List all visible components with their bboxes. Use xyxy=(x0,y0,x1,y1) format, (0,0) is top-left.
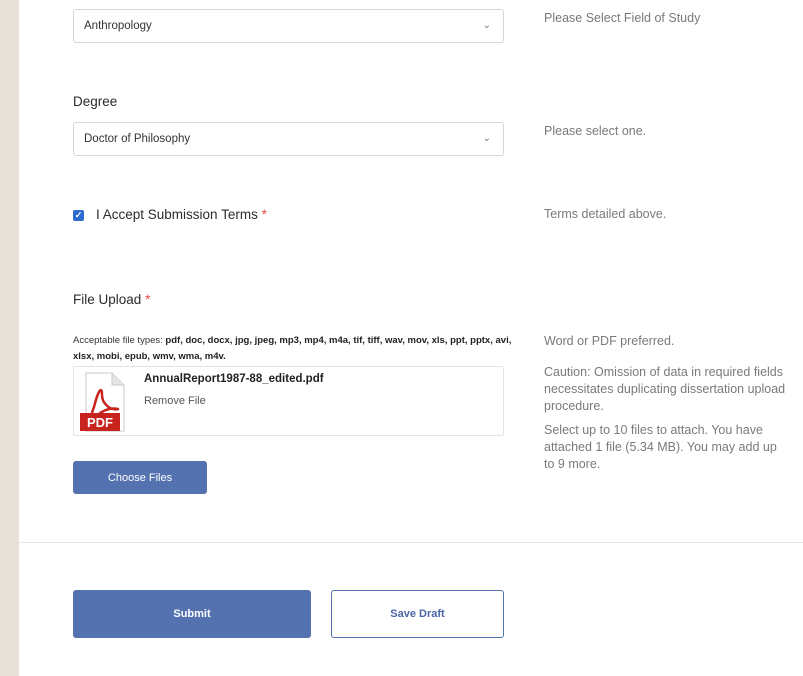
acceptable-file-types: Acceptable file types: pdf, doc, docx, j… xyxy=(73,333,523,365)
check-icon: ✓ xyxy=(74,210,83,220)
types-prefix: Acceptable file types: xyxy=(73,335,163,346)
field-of-study-value: Anthropology xyxy=(84,20,152,32)
file-preferred-help: Word or PDF preferred. xyxy=(544,334,675,348)
choose-files-button[interactable]: Choose Files xyxy=(73,461,207,494)
pdf-icon-label: PDF xyxy=(87,415,113,430)
required-mark: * xyxy=(145,292,151,307)
terms-help: Terms detailed above. xyxy=(544,207,667,221)
terms-label[interactable]: I Accept Submission Terms * xyxy=(96,207,267,222)
file-upload-label-text: File Upload xyxy=(73,292,142,307)
file-upload-label: File Upload * xyxy=(73,292,150,307)
required-mark: * xyxy=(261,207,267,222)
file-limit-help: Select up to 10 files to attach. You hav… xyxy=(544,423,777,471)
file-name: AnnualReport1987-88_edited.pdf xyxy=(144,373,324,385)
submit-button[interactable]: Submit xyxy=(73,590,311,638)
degree-help: Please select one. xyxy=(544,124,647,138)
pdf-file-icon: PDF xyxy=(80,372,125,432)
degree-select[interactable]: Doctor of Philosophy ⌄ xyxy=(73,122,504,156)
terms-checkbox[interactable]: ✓ xyxy=(73,210,84,221)
terms-label-text: I Accept Submission Terms xyxy=(96,207,258,222)
form-panel: Anthropology ⌄ Please Select Field of St… xyxy=(19,0,803,676)
section-divider xyxy=(19,542,803,543)
attached-file-card: PDF AnnualReport1987-88_edited.pdf Remov… xyxy=(73,366,504,436)
field-of-study-help: Please Select Field of Study xyxy=(544,11,701,25)
save-draft-button[interactable]: Save Draft xyxy=(331,590,504,638)
remove-file-link[interactable]: Remove File xyxy=(144,395,206,407)
chevron-down-icon: ⌄ xyxy=(482,132,491,144)
chevron-down-icon: ⌄ xyxy=(482,19,491,31)
field-of-study-select[interactable]: Anthropology ⌄ xyxy=(73,9,504,43)
caution-help: Caution: Omission of data in required fi… xyxy=(544,365,786,413)
degree-label: Degree xyxy=(73,94,118,109)
degree-value: Doctor of Philosophy xyxy=(84,133,191,145)
